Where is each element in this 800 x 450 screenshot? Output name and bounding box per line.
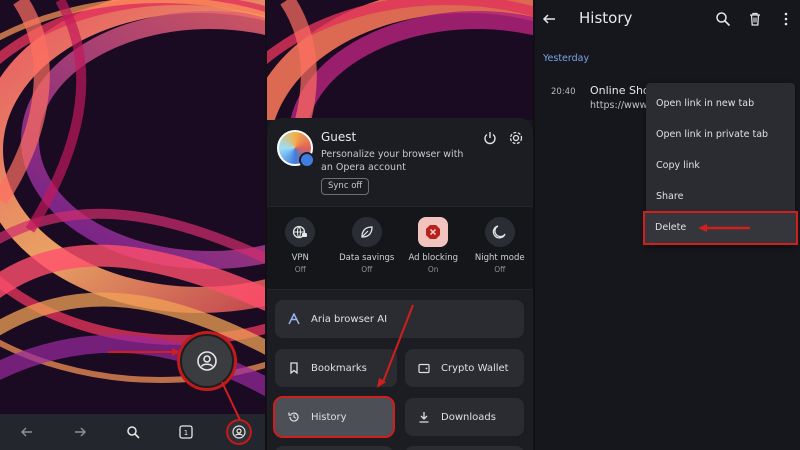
aria-label: Aria browser AI (311, 313, 388, 325)
delete-item[interactable]: Delete (643, 211, 798, 245)
open-in-private-tab-item[interactable]: Open link in private tab (646, 120, 795, 150)
history-button[interactable]: History (273, 396, 395, 438)
toggle-state: On (427, 265, 439, 274)
toggle-state: Off (361, 265, 373, 274)
night-mode-toggle[interactable]: Night mode Off (471, 217, 529, 289)
edit-badge-icon (299, 152, 315, 168)
profile-button[interactable] (226, 419, 252, 445)
bottom-navigation-bar: 1 (0, 414, 265, 450)
quick-toggles: VPN Off Data savings Off Ad blocking On (267, 206, 533, 290)
profile-button-magnified[interactable] (180, 334, 234, 388)
menu-row-partial (275, 446, 393, 450)
download-icon (417, 410, 431, 424)
entry-title: Online Sho (590, 84, 650, 97)
bookmark-icon (287, 361, 301, 375)
entry-time: 20:40 (551, 87, 576, 97)
page-title: History (579, 9, 633, 27)
search-icon[interactable] (715, 11, 731, 27)
tabs-icon[interactable]: 1 (173, 419, 199, 445)
back-arrow-icon[interactable] (14, 419, 40, 445)
open-in-new-tab-item[interactable]: Open link in new tab (646, 89, 795, 119)
gear-icon[interactable] (508, 130, 524, 146)
leaf-icon (351, 217, 382, 247)
bookmarks-label: Bookmarks (311, 362, 367, 374)
wallet-icon (417, 361, 431, 375)
toggle-label: VPN (291, 253, 309, 263)
back-arrow-icon[interactable] (541, 11, 557, 27)
more-options-icon[interactable] (778, 11, 794, 27)
context-menu: Open link in new tab Open link in privat… (643, 83, 798, 245)
profile-description: Personalize your browser with an Opera a… (321, 149, 464, 173)
wallpaper (0, 0, 265, 450)
toggle-label: Night mode (474, 253, 525, 263)
power-icon[interactable] (482, 130, 498, 146)
vpn-globe-icon (285, 217, 316, 247)
menu-sheet: Guest Personalize your browser with an O… (267, 118, 533, 450)
forward-arrow-icon[interactable] (67, 419, 93, 445)
crypto-wallet-button[interactable]: Crypto Wallet (405, 349, 524, 387)
toggle-state: Off (294, 265, 306, 274)
trash-icon[interactable] (747, 11, 763, 27)
menu-row-partial (405, 446, 524, 450)
opera-menu-panel: Guest Personalize your browser with an O… (267, 0, 533, 450)
history-toolbar: History (535, 0, 800, 38)
crypto-wallet-label: Crypto Wallet (441, 362, 509, 374)
profile-icon (231, 425, 246, 439)
toggle-label: Ad blocking (408, 253, 458, 263)
bookmarks-button[interactable]: Bookmarks (275, 349, 397, 387)
history-label: History (311, 411, 347, 423)
svg-text:1: 1 (183, 429, 187, 437)
search-icon[interactable] (120, 419, 146, 445)
profile-name: Guest (321, 130, 357, 144)
moon-icon (484, 217, 515, 247)
downloads-label: Downloads (441, 411, 496, 423)
toggle-label: Data savings (339, 253, 395, 263)
sync-button[interactable]: Sync off (321, 178, 370, 195)
data-savings-toggle[interactable]: Data savings Off (338, 217, 396, 289)
aria-button[interactable]: Aria browser AI (275, 300, 524, 338)
downloads-button[interactable]: Downloads (405, 398, 524, 436)
profile-icon (197, 351, 217, 371)
toggle-state: Off (494, 265, 506, 274)
date-section-label: Yesterday (543, 53, 590, 64)
ad-block-icon (418, 217, 449, 247)
browser-home-panel: 1 (0, 0, 265, 450)
wallpaper (267, 0, 533, 120)
share-item[interactable]: Share (646, 182, 795, 212)
aria-icon (287, 312, 301, 326)
ad-blocking-toggle[interactable]: Ad blocking On (404, 217, 462, 289)
vpn-toggle[interactable]: VPN Off (271, 217, 329, 289)
history-panel: History Yesterday 20:40 Online Sho https… (535, 0, 800, 450)
history-icon (287, 410, 301, 424)
profile-section: Guest Personalize your browser with an O… (277, 128, 523, 200)
entry-url: https://www (590, 100, 648, 111)
copy-link-item[interactable]: Copy link (646, 151, 795, 181)
